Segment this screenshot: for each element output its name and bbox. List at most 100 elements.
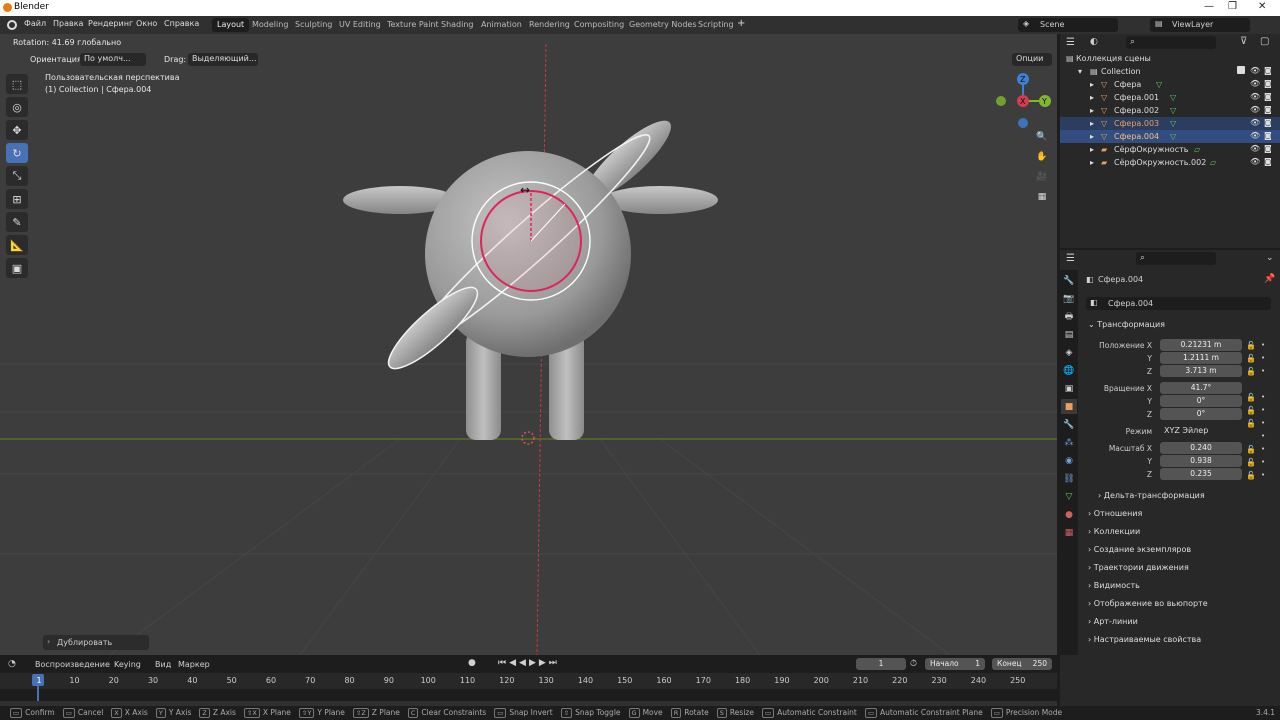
scene-tab-icon[interactable]: ◈ bbox=[1061, 345, 1077, 360]
measure-tool-icon[interactable]: 📐 bbox=[6, 235, 28, 255]
outliner-search-input[interactable]: ⌕ bbox=[1126, 36, 1216, 49]
outliner-item[interactable]: ▸ ▽ Сфера.001 ▽ 👁 ◙ bbox=[1060, 91, 1280, 104]
rotate-tool-icon[interactable]: ↻ bbox=[6, 143, 28, 163]
camera-icon[interactable]: ◙ bbox=[1264, 131, 1272, 140]
pan-hand-icon[interactable]: ✋ bbox=[1034, 149, 1050, 165]
line-art-section[interactable]: › Арт-линии bbox=[1088, 614, 1138, 630]
menu-file[interactable]: Файл bbox=[24, 19, 46, 28]
playback-controls[interactable]: ⏮◀◀▶▶⏭ bbox=[498, 658, 560, 668]
collection-tab-icon[interactable]: ▣ bbox=[1061, 381, 1077, 396]
data-tab-icon[interactable]: ▽ bbox=[1061, 489, 1077, 504]
outliner-item[interactable]: ▸ ▽ Сфера.004 ▽ 👁 ◙ bbox=[1060, 130, 1280, 143]
object-tab-icon[interactable]: ■ bbox=[1061, 399, 1077, 414]
zoom-icon[interactable]: 🔍 bbox=[1034, 129, 1050, 145]
display-mode-icon[interactable]: ◐ bbox=[1090, 37, 1098, 47]
location-y-field[interactable]: 1.2111 m bbox=[1160, 352, 1242, 364]
expand-arrow-icon[interactable]: ▸ bbox=[1090, 132, 1094, 141]
view-layer-selector[interactable]: ▤ ViewLayer bbox=[1150, 18, 1250, 32]
expand-arrow-icon[interactable]: ▸ bbox=[1090, 158, 1094, 167]
blender-menu-icon[interactable] bbox=[7, 20, 17, 30]
camera-icon[interactable]: ◙ bbox=[1264, 105, 1272, 114]
keying-menu[interactable]: Keying bbox=[114, 660, 141, 669]
scale-z-field[interactable]: 0.235 bbox=[1160, 468, 1242, 480]
tab-modeling[interactable]: Modeling bbox=[247, 18, 293, 32]
scene-selector[interactable]: ◈ Scene bbox=[1018, 18, 1118, 32]
tool-tab-icon[interactable]: 🔧 bbox=[1061, 273, 1077, 288]
eye-icon[interactable]: 👁 bbox=[1250, 66, 1260, 75]
outliner-item[interactable]: ▸ ▽ Сфера ▽ 👁 ◙ bbox=[1060, 78, 1280, 91]
scale-x-field[interactable]: 0.240 bbox=[1160, 442, 1242, 454]
eye-icon[interactable]: 👁 bbox=[1250, 92, 1260, 101]
camera-icon[interactable]: ◙ bbox=[1264, 79, 1272, 88]
tab-uv-editing[interactable]: UV Editing bbox=[334, 18, 386, 32]
current-frame-field[interactable]: 1 bbox=[856, 658, 906, 670]
eye-icon[interactable]: 👁 bbox=[1250, 131, 1260, 140]
collections-section[interactable]: › Коллекции bbox=[1088, 524, 1140, 540]
visibility-section[interactable]: › Видимость bbox=[1088, 578, 1140, 594]
camera-icon[interactable]: ◙ bbox=[1264, 144, 1272, 153]
maximize-icon[interactable]: ❐ bbox=[1228, 1, 1237, 12]
editor-type-icon[interactable]: ☰ bbox=[1066, 253, 1075, 264]
outliner-item[interactable]: ▸ ▰ СёрфОкружность.002 ▱ 👁 ◙ bbox=[1060, 156, 1280, 169]
transform-section-header[interactable]: ⌄ Трансформация bbox=[1088, 317, 1165, 333]
lock-icons[interactable]: 🔓 🔓 🔓 🔓 🔓 🔓 🔓 🔓 🔓 bbox=[1246, 339, 1256, 482]
texture-tab-icon[interactable]: ▦ bbox=[1061, 525, 1077, 540]
expand-arrow-icon[interactable]: ▸ bbox=[1090, 119, 1094, 128]
location-z-field[interactable]: 3.713 m bbox=[1160, 365, 1242, 377]
menu-render[interactable]: Рендеринг bbox=[88, 19, 133, 28]
minimize-icon[interactable]: — bbox=[1204, 1, 1214, 12]
pin-icon[interactable]: 📌 bbox=[1264, 274, 1275, 284]
camera-icon[interactable]: ◙ bbox=[1264, 118, 1272, 127]
modifier-tab-icon[interactable]: 🔧 bbox=[1061, 417, 1077, 432]
delta-transform-header[interactable]: › Дельта-трансформация bbox=[1098, 488, 1205, 504]
drag-dropdown[interactable]: Выделяющий... bbox=[188, 53, 258, 66]
camera-view-icon[interactable]: 🎥 bbox=[1034, 169, 1050, 185]
last-operator-panel[interactable]: › Дублировать bbox=[43, 635, 149, 650]
eye-icon[interactable]: 👁 bbox=[1250, 157, 1260, 166]
tab-layout[interactable]: Layout bbox=[212, 18, 250, 32]
tab-geometry-nodes[interactable]: Geometry Nodes bbox=[624, 18, 701, 32]
eye-icon[interactable]: 👁 bbox=[1250, 79, 1260, 88]
chevron-down-icon[interactable]: ⌄ bbox=[1266, 253, 1274, 263]
scale-tool-icon[interactable]: ⤡ bbox=[6, 166, 28, 186]
transform-tool-icon[interactable]: ⊞ bbox=[6, 189, 28, 209]
camera-icon[interactable]: ◙ bbox=[1264, 157, 1272, 166]
tab-animation[interactable]: Animation bbox=[476, 18, 527, 32]
expand-arrow-icon[interactable]: ▸ bbox=[1090, 106, 1094, 115]
move-tool-icon[interactable]: ✥ bbox=[6, 120, 28, 140]
editor-type-icon[interactable]: ☰ bbox=[1066, 37, 1075, 48]
eye-icon[interactable]: 👁 bbox=[1250, 144, 1260, 153]
relations-section[interactable]: › Отношения bbox=[1088, 506, 1142, 522]
select-tool-icon[interactable]: ⬚ bbox=[6, 74, 28, 94]
editor-type-icon[interactable]: ◔ bbox=[8, 659, 16, 669]
viewport-display-section[interactable]: › Отображение во вьюпорте bbox=[1088, 596, 1208, 612]
instancing-section[interactable]: › Создание экземпляров bbox=[1088, 542, 1191, 558]
tab-scripting[interactable]: Scripting bbox=[693, 18, 739, 32]
particles-tab-icon[interactable]: ⁂ bbox=[1061, 435, 1077, 450]
render-tab-icon[interactable]: 📷 bbox=[1061, 291, 1077, 306]
checkbox-icon[interactable] bbox=[1237, 66, 1245, 74]
add-workspace-icon[interactable]: + bbox=[737, 18, 745, 29]
cursor-tool-icon[interactable]: ◎ bbox=[6, 97, 28, 117]
3d-viewport[interactable]: ↔ Rotation: 41.69 глобально Ориентация: … bbox=[0, 34, 1057, 655]
scene-collection-row[interactable]: ▤ Коллекция сцены bbox=[1060, 52, 1280, 65]
annotate-tool-icon[interactable]: ✎ bbox=[6, 212, 28, 232]
record-icon[interactable]: ● bbox=[468, 658, 476, 668]
close-icon[interactable]: ✕ bbox=[1258, 1, 1266, 12]
properties-search-input[interactable]: ⌕ bbox=[1136, 252, 1216, 265]
tab-rendering[interactable]: Rendering bbox=[524, 18, 575, 32]
physics-tab-icon[interactable]: ◉ bbox=[1061, 453, 1077, 468]
world-tab-icon[interactable]: 🌐 bbox=[1061, 363, 1077, 378]
outliner-item[interactable]: ▸ ▽ Сфера.002 ▽ 👁 ◙ bbox=[1060, 104, 1280, 117]
menu-help[interactable]: Справка bbox=[164, 19, 199, 28]
filter-icon[interactable]: ⊽ bbox=[1240, 36, 1247, 47]
rotation-z-field[interactable]: 0° bbox=[1160, 408, 1242, 420]
menu-edit[interactable]: Правка bbox=[53, 19, 83, 28]
expand-arrow-icon[interactable]: ▸ bbox=[1090, 80, 1094, 89]
ortho-grid-icon[interactable]: ▦ bbox=[1034, 189, 1050, 205]
rotation-mode-dropdown[interactable]: XYZ Эйлер bbox=[1160, 425, 1242, 438]
add-cube-tool-icon[interactable]: ▣ bbox=[6, 258, 28, 278]
menu-window[interactable]: Окно bbox=[136, 19, 157, 28]
motion-paths-section[interactable]: › Траектории движения bbox=[1088, 560, 1189, 576]
navigation-gizmo[interactable]: Z Y X bbox=[990, 70, 1052, 132]
